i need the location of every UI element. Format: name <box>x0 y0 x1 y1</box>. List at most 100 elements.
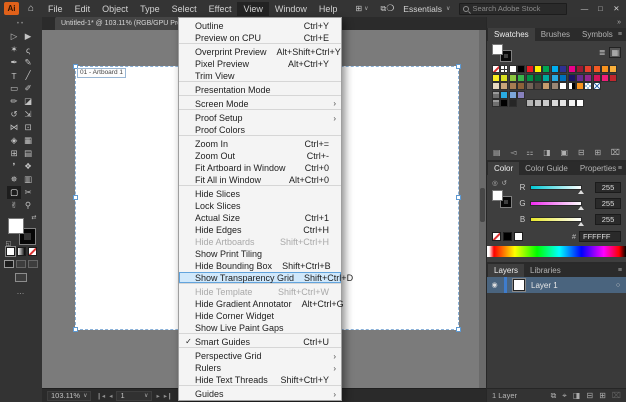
eraser-tool[interactable]: ◪ <box>21 95 35 108</box>
menubar-item[interactable]: Window <box>269 2 313 16</box>
blend-tool[interactable]: ❖ <box>21 160 35 173</box>
swatch[interactable] <box>601 65 609 73</box>
swatch[interactable] <box>526 82 534 90</box>
slider-handle[interactable] <box>578 190 584 194</box>
swatch[interactable] <box>609 74 617 82</box>
panel-tab[interactable]: Color Guide <box>519 162 574 175</box>
artboard-handle[interactable] <box>73 327 78 332</box>
fill-stroke-preview[interactable] <box>492 190 511 207</box>
screen-mode-button[interactable] <box>15 273 27 282</box>
list-view-icon[interactable]: ≣ <box>599 48 606 57</box>
swatch[interactable] <box>492 82 500 90</box>
maximize-button[interactable]: □ <box>592 4 608 13</box>
zoom-level-control[interactable]: 103.11% ∨ <box>47 391 91 401</box>
panel-menu-icon[interactable]: ≡ <box>618 267 622 274</box>
new-sublayer-icon[interactable]: ⊟ <box>586 391 593 401</box>
swatch[interactable] <box>584 82 592 90</box>
swatch[interactable] <box>551 65 559 73</box>
hand-tool[interactable]: ✌ <box>7 199 21 212</box>
swatch[interactable] <box>509 82 517 90</box>
swatch[interactable] <box>500 74 508 82</box>
swatch[interactable] <box>517 91 525 99</box>
channel-value-field[interactable]: 255 <box>595 214 621 225</box>
swatch[interactable] <box>492 99 500 107</box>
slider-track[interactable] <box>530 185 582 190</box>
perspective-grid-tool[interactable]: ▦ <box>21 134 35 147</box>
home-icon[interactable]: ⌂ <box>28 3 34 14</box>
menu-item[interactable]: Show Live Paint Gaps <box>179 322 341 334</box>
menu-item[interactable]: Hide Artboards Shift+Ctrl+H <box>179 236 341 248</box>
edit-toolbar-button[interactable]: … <box>0 287 42 296</box>
pen-tool[interactable]: ✒ <box>7 56 21 69</box>
menu-item[interactable]: Fit Artboard in Window Ctrl+0 <box>179 162 341 174</box>
menu-item[interactable]: Zoom Out Ctrl+- <box>179 150 341 162</box>
delete-layer-icon[interactable]: ⌧ <box>612 391 621 401</box>
swatch[interactable] <box>542 74 550 82</box>
curvature-tool[interactable]: ✎ <box>21 56 35 69</box>
last-artboard-button[interactable]: ▸❙ <box>164 392 173 400</box>
swatch[interactable] <box>517 82 525 90</box>
target-icon[interactable]: ◎ <box>492 179 498 187</box>
black-swatch[interactable] <box>503 232 512 241</box>
new-swatch-icon[interactable]: ⊞ <box>594 148 601 157</box>
vertical-scrollbar[interactable] <box>479 30 486 388</box>
gradient-button[interactable] <box>17 247 26 256</box>
panel-menu-icon[interactable]: ≡ <box>618 31 622 38</box>
scale-tool[interactable]: ⇲ <box>21 108 35 121</box>
menubar-item[interactable]: View <box>237 2 268 16</box>
swatch[interactable] <box>576 74 584 82</box>
swatch[interactable] <box>551 82 559 90</box>
swatch[interactable] <box>517 74 525 82</box>
channel-value-field[interactable]: 255 <box>595 182 621 193</box>
menu-item[interactable]: Hide Template Shift+Ctrl+W <box>179 286 341 298</box>
swap-fill-stroke-icon[interactable]: ⇄ <box>31 214 36 221</box>
draw-normal-button[interactable] <box>4 260 14 268</box>
swatch[interactable] <box>559 82 567 90</box>
tools-panel-grip[interactable]: •• <box>0 17 42 30</box>
magic-wand-tool[interactable]: ✶ <box>7 43 21 56</box>
column-graph-tool[interactable]: ▥ <box>21 173 35 186</box>
menu-item[interactable]: Show Transparency Grid Shift+Ctrl+D <box>179 272 341 284</box>
swatch[interactable] <box>551 74 559 82</box>
swatch[interactable] <box>542 65 550 73</box>
artboard-number-select[interactable]: 1 ∨ <box>116 391 152 401</box>
menu-item[interactable]: Rulers › <box>179 362 341 374</box>
swatch[interactable] <box>601 74 609 82</box>
collapse-panels-icon[interactable]: » <box>617 19 621 26</box>
menu-item[interactable]: Overprint Preview Alt+Shift+Ctrl+Y <box>179 46 341 58</box>
swatch[interactable] <box>584 74 592 82</box>
make-clipping-mask-icon[interactable]: ◨ <box>573 391 581 401</box>
swatch[interactable] <box>509 91 517 99</box>
white-swatch[interactable] <box>514 232 523 241</box>
mesh-tool[interactable]: ⊞ <box>7 147 21 160</box>
swatch[interactable] <box>492 65 500 73</box>
layer-thumbnail[interactable] <box>513 279 525 291</box>
artboard-handle[interactable] <box>73 195 78 200</box>
swatch[interactable] <box>593 65 601 73</box>
locate-object-icon[interactable]: ⌖ <box>562 391 567 401</box>
swatch[interactable] <box>509 65 517 73</box>
menu-item[interactable]: Presentation Mode <box>179 84 341 96</box>
new-layer-icon[interactable]: ⊞ <box>599 391 606 401</box>
menu-item[interactable]: Show Print Tiling <box>179 248 341 260</box>
lasso-tool[interactable]: ς <box>21 43 35 56</box>
panel-tab[interactable]: Layers <box>488 264 524 277</box>
swatch[interactable] <box>576 99 584 107</box>
swatch[interactable] <box>500 65 508 73</box>
type-tool[interactable]: T <box>7 69 21 82</box>
menubar-item[interactable]: Edit <box>69 2 97 16</box>
swatch[interactable] <box>542 82 550 90</box>
show-swatch-kinds-icon[interactable]: ◨ <box>543 148 551 157</box>
color-spectrum-bar[interactable] <box>487 246 626 257</box>
scrollbar-thumb[interactable] <box>480 188 485 222</box>
menubar-item[interactable]: Select <box>166 2 203 16</box>
swatch-themes-icon[interactable]: ◅ <box>510 148 516 157</box>
arrange-documents-icon[interactable]: ⊞ ∨ <box>355 4 368 13</box>
channel-value-field[interactable]: 255 <box>595 198 621 209</box>
delete-swatch-icon[interactable]: ⌧ <box>611 148 620 157</box>
symbol-sprayer-tool[interactable]: ✵ <box>7 173 21 186</box>
menu-item[interactable]: ✓ Smart Guides Ctrl+U <box>179 336 341 348</box>
menubar-item[interactable]: Effect <box>203 2 238 16</box>
swatch[interactable] <box>568 99 576 107</box>
menu-item[interactable]: Preview on CPU Ctrl+E <box>179 32 341 44</box>
